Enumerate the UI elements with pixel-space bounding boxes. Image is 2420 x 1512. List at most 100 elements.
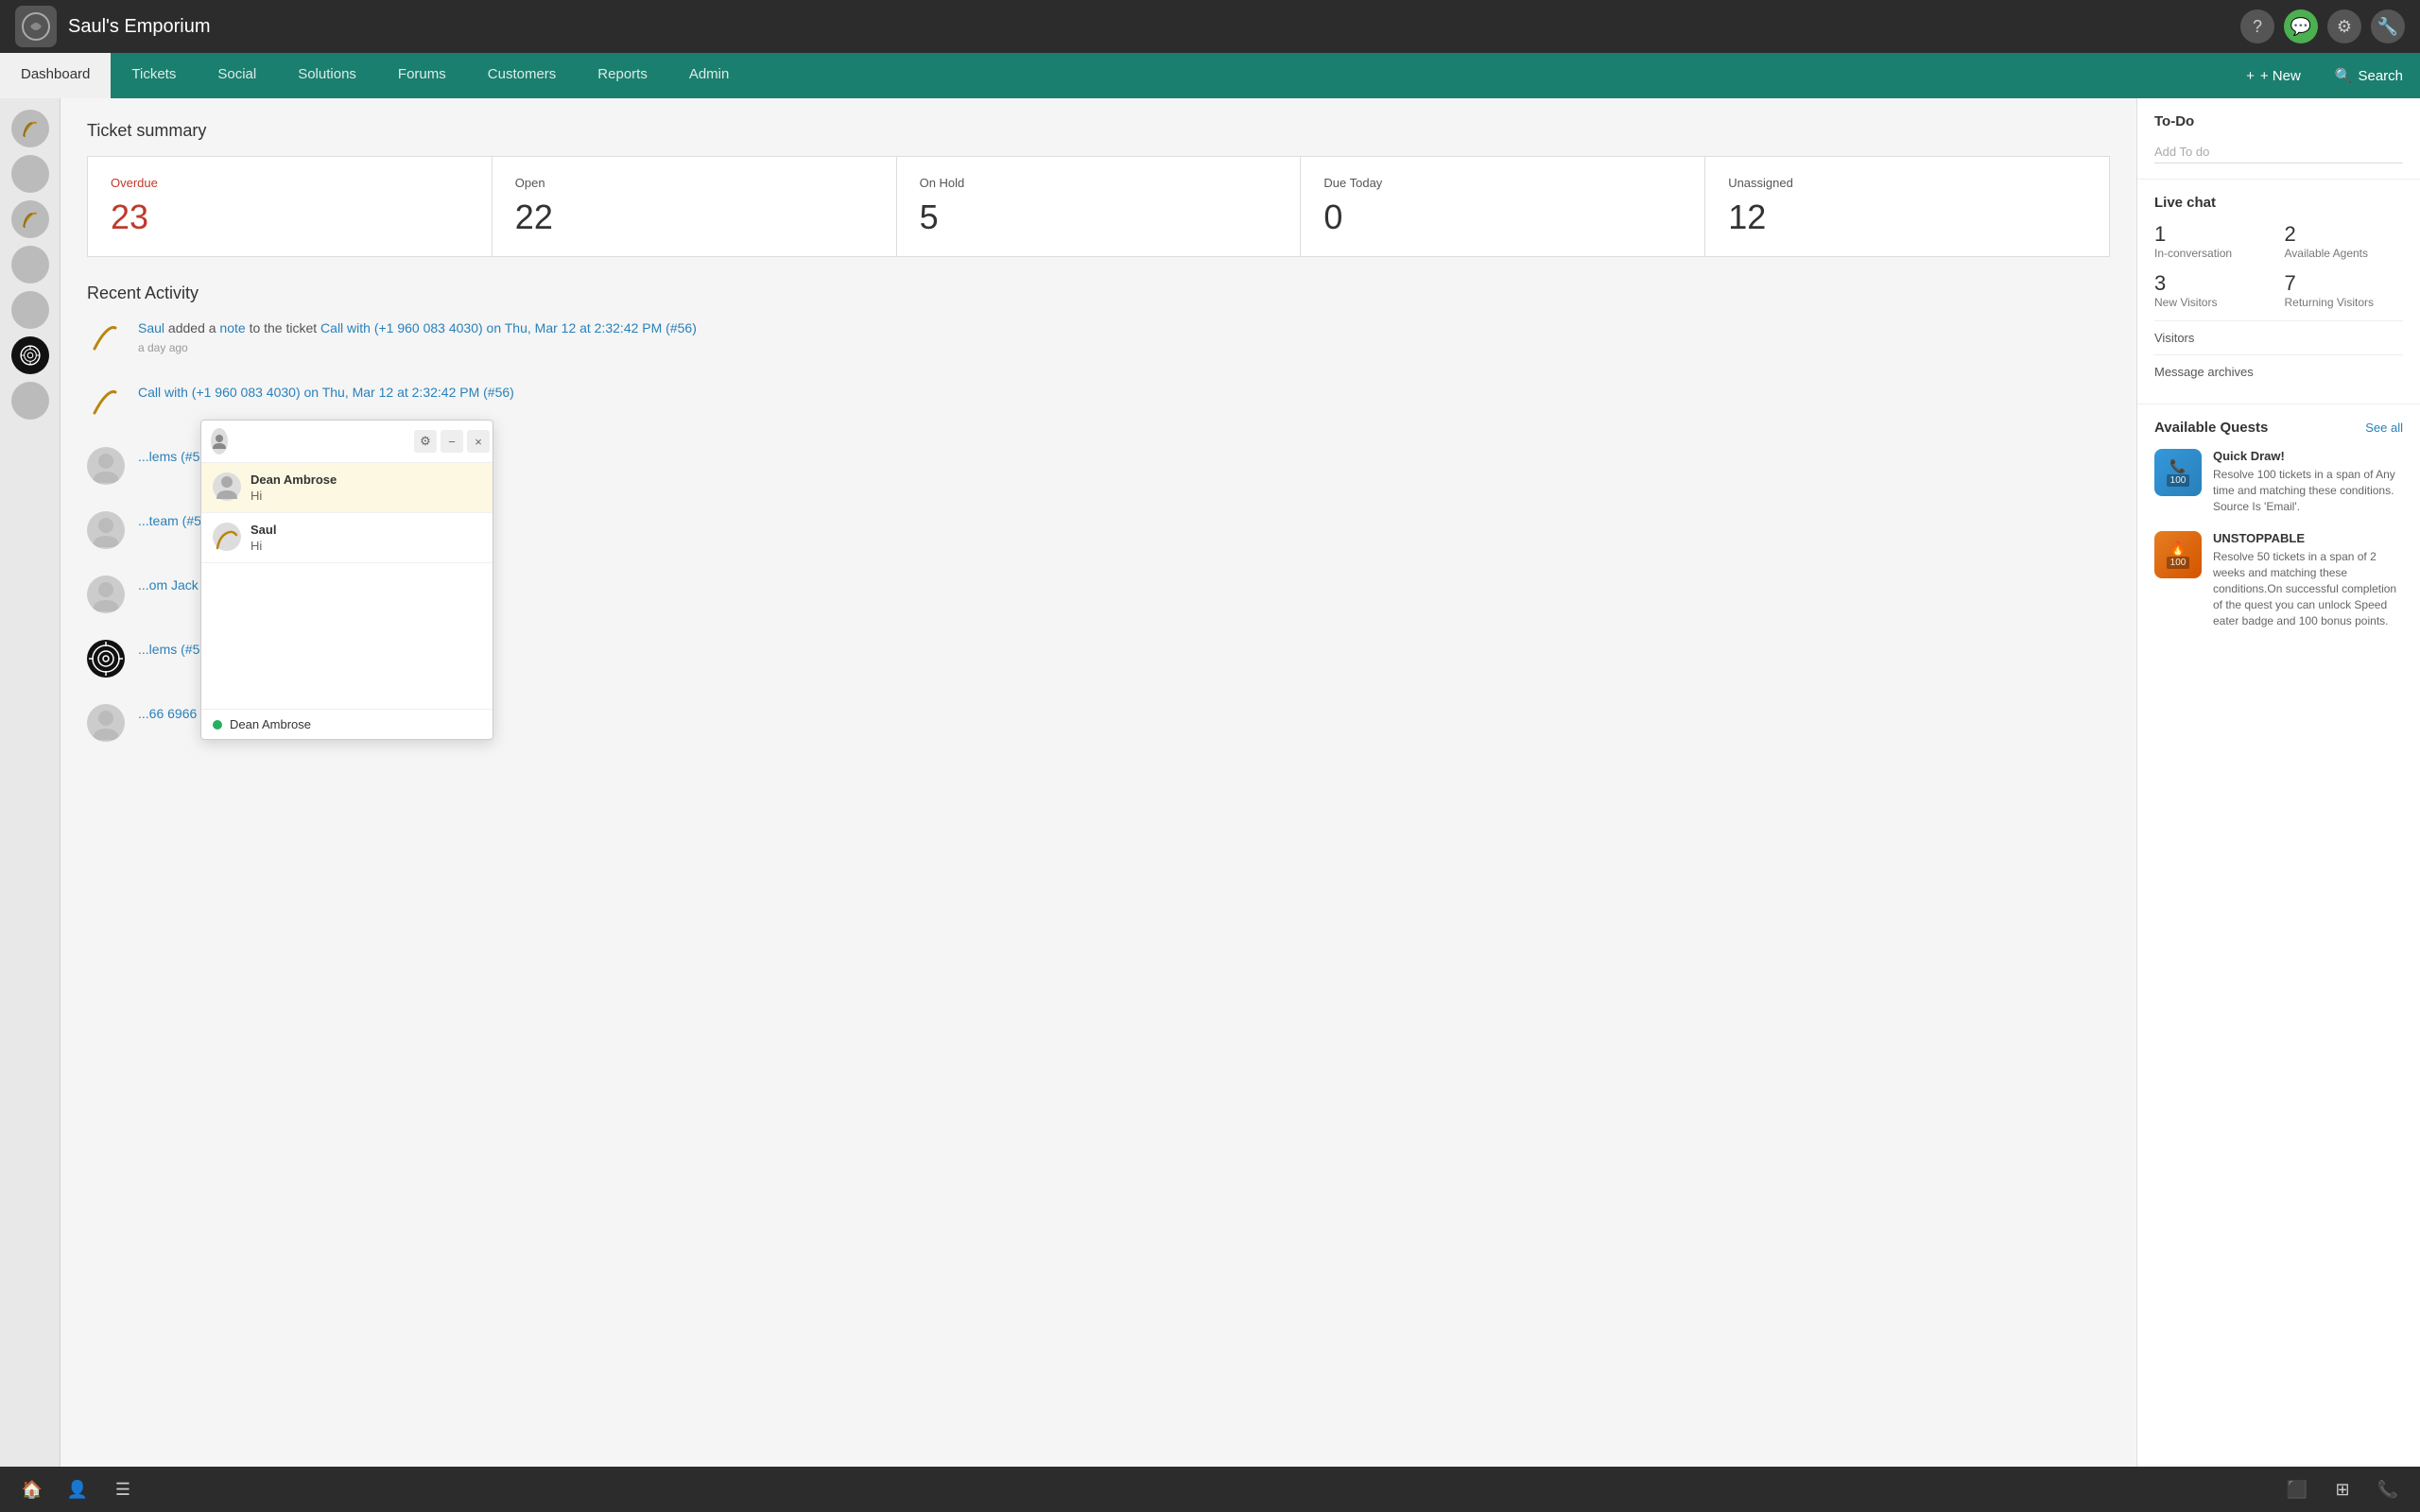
quest-item-1: 📞 100 Quick Draw! Resolve 100 tickets in… [2154,449,2403,514]
activity-item-1: Saul added a note to the ticket Call wit… [87,318,2110,356]
bottombar-user-icon[interactable]: 👤 [60,1472,95,1506]
sidebar-avatar-6[interactable] [11,382,49,420]
todo-input[interactable] [2154,141,2403,163]
chat-popup: ⚙ − × Dean Ambrose Hi [200,420,493,740]
app-logo [15,6,57,47]
nav-reports[interactable]: Reports [577,53,668,98]
live-chat-label-2: Available Agents [2285,247,2404,260]
new-button[interactable]: + + New [2229,53,2318,98]
quest-name-2: UNSTOPPABLE [2213,531,2403,545]
todo-title: To-Do [2154,113,2403,129]
bottombar-home-icon[interactable]: 🏠 [15,1472,49,1506]
bottombar: 🏠 👤 ☰ ⬛ ⊞ 📞 [0,1467,2420,1512]
plus-icon: + [2246,68,2255,84]
quest-name-1: Quick Draw! [2213,449,2403,463]
quest-num-1: 100 [2167,474,2190,487]
live-chat-num-1: 1 [2154,222,2273,247]
chat-settings-btn[interactable]: ⚙ [414,430,437,453]
chat-msg-content-2: Saul Hi [251,523,481,553]
nav-tickets[interactable]: Tickets [111,53,197,98]
live-chat-title: Live chat [2154,195,2403,211]
activity-ticket-link-1[interactable]: Call with (+1 960 083 4030) on Thu, Mar … [320,320,697,335]
ticket-cell-onhold[interactable]: On Hold 5 [897,157,1302,256]
search-label: Search [2358,68,2403,84]
search-button[interactable]: 🔍 Search [2318,53,2420,98]
quest-desc-2: Resolve 50 tickets in a span of 2 weeks … [2213,549,2403,628]
chat-message-item-1[interactable]: Dean Ambrose Hi [201,463,493,513]
chat-msg-avatar-1 [213,472,241,501]
ticket-cell-open[interactable]: Open 22 [493,157,897,256]
right-panel: To-Do Live chat 1 In-conversation 2 Avai… [2136,98,2420,1512]
live-chat-num-3: 3 [2154,271,2273,296]
sidebar-avatar-2[interactable] [11,155,49,193]
ticket-count-onhold: 5 [920,198,1278,237]
activity-avatar-7 [87,704,125,742]
chat-minimize-btn[interactable]: − [441,430,463,453]
ticket-cell-overdue[interactable]: Overdue 23 [88,157,493,256]
nav-social[interactable]: Social [197,53,277,98]
quest-badge-1: 📞 100 [2154,449,2202,496]
chat-header-actions: ⚙ − × [414,430,490,453]
chat-message-item-2[interactable]: Saul Hi [201,513,493,563]
bottombar-left: 🏠 👤 ☰ [15,1472,140,1506]
ticket-count-overdue: 23 [111,198,469,237]
todo-section: To-Do [2137,98,2420,180]
live-chat-num-4: 7 [2285,271,2404,296]
chat-footer: Dean Ambrose [201,709,493,739]
bottombar-menu-icon[interactable]: ☰ [106,1472,140,1506]
ticket-label-duetoday: Due Today [1323,176,1682,190]
ticket-label-onhold: On Hold [920,176,1278,190]
quests-header: Available Quests See all [2154,420,2403,436]
nav-customers[interactable]: Customers [467,53,578,98]
content-area: Ticket summary Overdue 23 Open 22 On Hol… [60,98,2136,1512]
chat-search-input[interactable] [235,434,406,449]
topbar: Saul's Emporium ? 💬 ⚙ 🔧 [0,0,2420,53]
activity-text-2: Call with (+1 960 083 4030) on Thu, Mar … [138,383,2110,403]
activity-actor-link-1[interactable]: Saul [138,320,164,335]
chat-msg-name-2: Saul [251,523,481,537]
quest-icon-2: 🔥 [2169,541,2186,557]
ticket-cell-unassigned[interactable]: Unassigned 12 [1705,157,2109,256]
ticket-summary-grid: Overdue 23 Open 22 On Hold 5 Due Today 0… [87,156,2110,257]
sidebar-avatar-3[interactable] [11,200,49,238]
nav-solutions[interactable]: Solutions [277,53,377,98]
quest-item-2: 🔥 100 UNSTOPPABLE Resolve 50 tickets in … [2154,531,2403,628]
activity-note-link-1[interactable]: note [219,320,245,335]
nav-forums[interactable]: Forums [377,53,467,98]
bottombar-phone-icon[interactable]: 📞 [2371,1472,2405,1506]
ticket-count-duetoday: 0 [1323,198,1682,237]
bottombar-screen-icon[interactable]: ⬛ [2280,1472,2314,1506]
wrench-icon[interactable]: 🔧 [2371,9,2405,43]
visitors-link[interactable]: Visitors [2154,320,2403,354]
chat-close-btn[interactable]: × [467,430,490,453]
quest-content-2: UNSTOPPABLE Resolve 50 tickets in a span… [2213,531,2403,628]
bottombar-grid-icon[interactable]: ⊞ [2325,1472,2360,1506]
nav-admin[interactable]: Admin [668,53,751,98]
live-chat-label-4: Returning Visitors [2285,296,2404,309]
help-icon[interactable]: ? [2240,9,2274,43]
see-all-link[interactable]: See all [2365,421,2403,435]
navbar: Dashboard Tickets Social Solutions Forum… [0,53,2420,98]
ticket-count-open: 22 [515,198,873,237]
message-archives-link[interactable]: Message archives [2154,354,2403,388]
nav-dashboard[interactable]: Dashboard [0,53,111,98]
chat-popup-body: Dean Ambrose Hi Saul Hi [201,463,493,709]
sidebar-avatar-5[interactable] [11,291,49,329]
activity-avatar-1 [87,318,125,356]
sidebar-avatar-4[interactable] [11,246,49,284]
quest-desc-1: Resolve 100 tickets in a span of Any tim… [2213,467,2403,514]
quest-content-1: Quick Draw! Resolve 100 tickets in a spa… [2213,449,2403,514]
live-chat-label-3: New Visitors [2154,296,2273,309]
chat-status-icon[interactable]: 💬 [2284,9,2318,43]
sidebar-avatar-1[interactable] [11,110,49,147]
search-icon: 🔍 [2335,67,2353,84]
ticket-cell-duetoday[interactable]: Due Today 0 [1301,157,1705,256]
ticket-count-unassigned: 12 [1728,198,2086,237]
activity-ticket-link-2[interactable]: Call with (+1 960 083 4030) on Thu, Mar … [138,385,514,400]
live-chat-stats: 1 In-conversation 2 Available Agents 3 N… [2154,222,2403,309]
settings-icon[interactable]: ⚙ [2327,9,2361,43]
activity-action-1: added a [168,320,220,335]
activity-avatar-3 [87,447,125,485]
sidebar-avatar-target[interactable] [11,336,49,374]
activity-item-2: Call with (+1 960 083 4030) on Thu, Mar … [87,383,2110,421]
